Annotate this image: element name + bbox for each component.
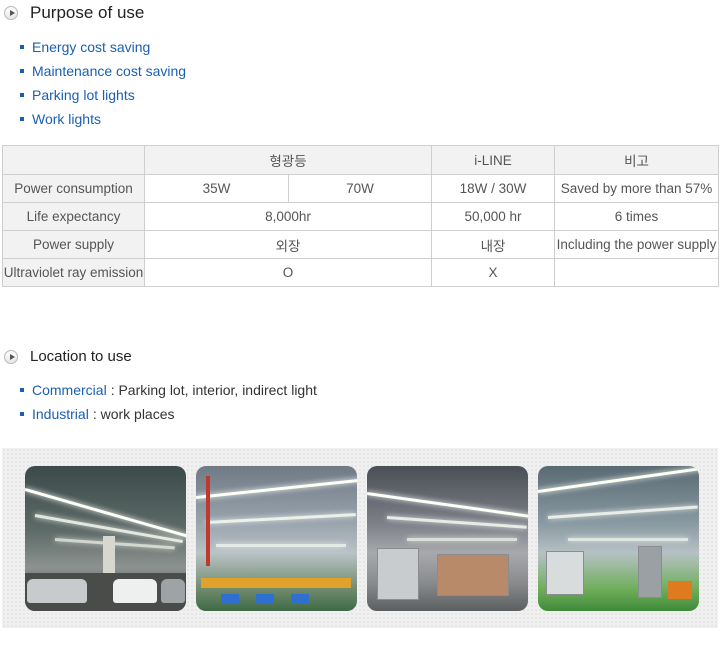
play-circle-icon: [4, 349, 18, 364]
location-desc: : Parking lot, interior, indirect light: [110, 382, 317, 398]
photo-industrial-line: [367, 466, 528, 611]
cell-note: [554, 258, 720, 287]
row-label: Power supply: [2, 230, 145, 259]
table-row: Life expectancy 8,000hr 50,000 hr 6 time…: [2, 202, 720, 231]
table-row: Ultraviolet ray emission O X: [2, 258, 720, 287]
list-item: Work lights: [20, 107, 186, 131]
purpose-list: Energy cost saving Maintenance cost savi…: [20, 35, 186, 131]
location-section-header: Location to use: [4, 348, 132, 365]
location-list: Commercial : Parking lot, interior, indi…: [20, 378, 317, 426]
header-remarks: 비고: [554, 145, 720, 175]
row-label: Ultraviolet ray emission: [2, 258, 145, 287]
cell-iline: 50,000 hr: [431, 202, 556, 231]
table-row: Power supply 외장 내장 Including the power s…: [2, 230, 720, 259]
cell-70w: 70W: [287, 174, 433, 203]
list-item: Industrial : work places: [20, 402, 317, 426]
cell-35w: 35W: [144, 174, 289, 203]
cell-note: 6 times: [554, 202, 720, 231]
square-bullet-icon: [20, 45, 24, 49]
square-bullet-icon: [20, 93, 24, 97]
photo-factory-floor: [196, 466, 357, 611]
photo-gallery: [2, 448, 718, 628]
square-bullet-icon: [20, 117, 24, 121]
header-empty: [2, 145, 145, 175]
cell-fluorescent: 8,000hr: [143, 202, 433, 231]
list-item: Commercial : Parking lot, interior, indi…: [20, 378, 317, 402]
table-header-row: 형광등 i-LINE 비고: [2, 145, 720, 175]
cell-note: Saved by more than 57%: [554, 174, 720, 203]
header-fluorescent: 형광등: [143, 145, 433, 175]
cell-iline: X: [431, 258, 556, 287]
square-bullet-icon: [20, 412, 24, 416]
location-category: Industrial: [32, 406, 89, 422]
cell-fluorescent: 외장: [143, 230, 433, 259]
cell-iline: 내장: [431, 230, 556, 259]
list-item: Maintenance cost saving: [20, 59, 186, 83]
cell-fluorescent: O: [143, 258, 433, 287]
location-title: Location to use: [30, 348, 132, 365]
row-label: Life expectancy: [2, 202, 145, 231]
header-iline: i-LINE: [431, 145, 556, 175]
square-bullet-icon: [20, 388, 24, 392]
purpose-title: Purpose of use: [30, 3, 145, 22]
row-label: Power consumption: [2, 174, 145, 203]
cell-iline: 18W / 30W: [431, 174, 556, 203]
list-item: Energy cost saving: [20, 35, 186, 59]
purpose-section-header: Purpose of use: [4, 3, 144, 23]
table-row: Power consumption 35W 70W 18W / 30W Save…: [2, 174, 720, 203]
location-category: Commercial: [32, 382, 107, 398]
square-bullet-icon: [20, 69, 24, 73]
play-circle-icon: [4, 6, 18, 20]
location-desc: : work places: [92, 406, 175, 422]
list-item: Parking lot lights: [20, 83, 186, 107]
photo-parking-lot: [25, 466, 186, 611]
cell-note: Including the power supply: [554, 230, 720, 259]
comparison-table: 형광등 i-LINE 비고 Power consumption 35W 70W …: [2, 145, 720, 287]
photo-workplace: [538, 466, 699, 611]
